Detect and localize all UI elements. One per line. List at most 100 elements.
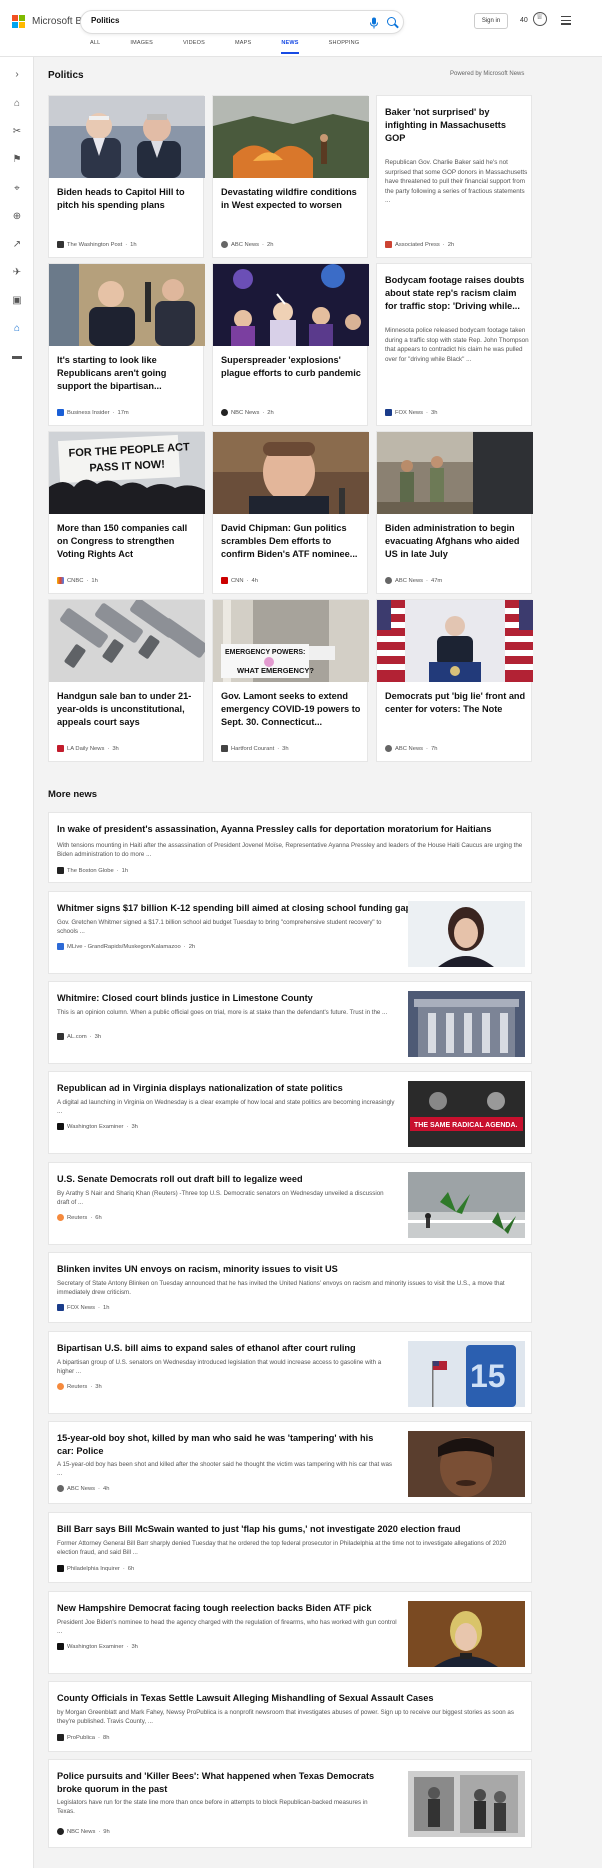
card-title[interactable]: Superspreader 'explosions' plague effort… <box>221 354 363 380</box>
entertainment-icon[interactable]: ▣ <box>10 294 24 308</box>
tab-news[interactable]: NEWS <box>281 40 299 54</box>
source-logo-icon <box>385 241 392 248</box>
card-title[interactable]: Gov. Lamont seeks to extend emergency CO… <box>221 690 363 729</box>
science-icon[interactable]: ✈ <box>10 266 24 280</box>
news-card[interactable]: Devastating wildfire conditions in West … <box>212 95 369 258</box>
item-title[interactable]: In wake of president's assassination, Ay… <box>57 823 491 836</box>
search-icon[interactable] <box>384 14 401 31</box>
more-news-item[interactable]: 15-year-old boy shot, killed by man who … <box>48 1421 532 1504</box>
tab-shopping[interactable]: SHOPPING <box>329 40 360 46</box>
item-source: ABC News · 4h <box>57 1485 109 1492</box>
search-input[interactable] <box>91 16 291 25</box>
card-title[interactable]: Handgun sale ban to under 21-year-olds i… <box>57 690 199 729</box>
item-image <box>408 901 525 967</box>
item-title[interactable]: 15-year-old boy shot, killed by man who … <box>57 1432 387 1458</box>
card-title[interactable]: It's starting to look like Republicans a… <box>57 354 199 393</box>
item-title[interactable]: County Officials in Texas Settle Lawsuit… <box>57 1692 433 1705</box>
item-image <box>408 1172 525 1238</box>
news-card[interactable]: FOR THE PEOPLE ACT PASS IT NOW! More tha… <box>48 431 205 594</box>
card-source: The Washington Post · 1h <box>57 241 137 248</box>
card-title[interactable]: More than 150 companies call on Congress… <box>57 522 199 561</box>
news-card[interactable]: EMERGENCY POWERS: WHAT EMERGENCY? Gov. L… <box>212 599 369 762</box>
item-title[interactable]: New Hampshire Democrat facing tough reel… <box>57 1602 372 1615</box>
item-description: A bipartisan group of U.S. senators on W… <box>57 1359 382 1375</box>
more-news-item[interactable]: Whitmer signs $17 billion K-12 spending … <box>48 891 532 974</box>
item-image: THE SAME RADICAL AGENDA. <box>408 1081 525 1147</box>
search-box[interactable] <box>80 10 404 34</box>
rewards-count[interactable]: 40 <box>520 17 528 24</box>
item-description: by Morgan Greenblatt and Mark Fahey, New… <box>57 1709 514 1725</box>
source-logo-icon <box>57 1828 64 1835</box>
microphone-icon[interactable] <box>369 17 379 29</box>
news-card[interactable]: Handgun sale ban to under 21-year-olds i… <box>48 599 205 762</box>
item-source: Reuters · 3h <box>57 1383 102 1390</box>
svg-text:WHAT EMERGENCY?: WHAT EMERGENCY? <box>237 666 314 675</box>
more-news-item[interactable]: U.S. Senate Democrats roll out draft bil… <box>48 1162 532 1245</box>
sports-icon[interactable]: ✂ <box>10 125 24 139</box>
news-card[interactable]: Democrats put 'big lie' front and center… <box>376 599 533 762</box>
item-title[interactable]: Bill Barr says Bill McSwain wanted to ju… <box>57 1523 461 1536</box>
money-icon[interactable]: ▬ <box>10 350 24 364</box>
tab-images[interactable]: IMAGES <box>130 40 153 46</box>
news-image <box>49 600 205 682</box>
more-news-item[interactable]: Blinken invites UN envoys on racism, min… <box>48 1252 532 1323</box>
tab-maps[interactable]: MAPS <box>235 40 251 46</box>
item-title[interactable]: Republican ad in Virginia displays natio… <box>57 1082 343 1095</box>
powered-by[interactable]: Powered by Microsoft News <box>450 71 524 77</box>
rewards-icon[interactable] <box>533 12 547 26</box>
item-description: By Arathy S Nair and Shariq Khan (Reuter… <box>57 1190 384 1206</box>
politics-icon[interactable]: ⌂ <box>10 322 24 336</box>
more-news-item[interactable]: New Hampshire Democrat facing tough reel… <box>48 1591 532 1674</box>
more-news-item[interactable]: Police pursuits and 'Killer Bees': What … <box>48 1759 532 1848</box>
more-news-item[interactable]: Bill Barr says Bill McSwain wanted to ju… <box>48 1512 532 1583</box>
expand-icon[interactable]: › <box>10 68 24 82</box>
news-card[interactable]: Superspreader 'explosions' plague effort… <box>212 263 369 426</box>
home-icon[interactable]: ⌂ <box>10 97 24 111</box>
card-title[interactable]: Biden administration to begin evacuating… <box>385 522 527 561</box>
news-card[interactable]: David Chipman: Gun politics scrambles De… <box>212 431 369 594</box>
card-title[interactable]: Devastating wildfire conditions in West … <box>221 186 363 212</box>
item-title[interactable]: U.S. Senate Democrats roll out draft bil… <box>57 1173 303 1186</box>
more-news-item[interactable]: County Officials in Texas Settle Lawsuit… <box>48 1681 532 1752</box>
item-title[interactable]: Whitmer signs $17 billion K-12 spending … <box>57 902 411 915</box>
source-logo-icon <box>57 1123 64 1130</box>
tab-videos[interactable]: VIDEOS <box>183 40 205 46</box>
card-title[interactable]: David Chipman: Gun politics scrambles De… <box>221 522 363 561</box>
more-news-item[interactable]: Whitmire: Closed court blinds justice in… <box>48 981 532 1064</box>
news-card[interactable]: Bodycam footage raises doubts about stat… <box>376 263 532 426</box>
item-title[interactable]: Whitmire: Closed court blinds justice in… <box>57 992 313 1005</box>
world-icon[interactable]: ⊕ <box>10 210 24 224</box>
card-description: Republican Gov. Charlie Baker said he's … <box>385 159 528 204</box>
news-image <box>377 600 533 682</box>
us-flag-icon[interactable]: ⚑ <box>10 153 24 167</box>
menu-icon[interactable] <box>561 16 571 27</box>
news-card[interactable]: Biden heads to Capitol Hill to pitch his… <box>48 95 205 258</box>
news-image <box>213 432 369 514</box>
item-description: This is an opinion column. When a public… <box>57 1009 388 1016</box>
sign-in-button[interactable]: Sign in <box>474 13 508 29</box>
card-title[interactable]: Bodycam footage raises doubts about stat… <box>385 274 527 313</box>
more-news-item[interactable]: In wake of president's assassination, Ay… <box>48 812 532 883</box>
item-source: The Boston Globe · 1h <box>57 867 128 874</box>
item-title[interactable]: Bipartisan U.S. bill aims to expand sale… <box>57 1342 356 1355</box>
tab-all[interactable]: ALL <box>90 40 100 46</box>
news-card[interactable]: Biden administration to begin evacuating… <box>376 431 533 594</box>
item-image: 15 <box>408 1341 525 1407</box>
item-description: With tensions mounting in Haiti after th… <box>57 842 523 858</box>
item-title[interactable]: Blinken invites UN envoys on racism, min… <box>57 1263 338 1276</box>
card-title[interactable]: Biden heads to Capitol Hill to pitch his… <box>57 186 199 212</box>
more-news-item[interactable]: Bipartisan U.S. bill aims to expand sale… <box>48 1331 532 1414</box>
news-card[interactable]: Baker 'not surprised' by infighting in M… <box>376 95 532 258</box>
finance-icon[interactable]: ↗ <box>10 238 24 252</box>
local-pin-icon[interactable]: ⌖ <box>10 182 24 196</box>
card-title[interactable]: Baker 'not surprised' by infighting in M… <box>385 106 527 145</box>
item-title[interactable]: Police pursuits and 'Killer Bees': What … <box>57 1770 387 1796</box>
news-card[interactable]: It's starting to look like Republicans a… <box>48 263 205 426</box>
source-logo-icon <box>57 1214 64 1221</box>
more-news-item[interactable]: Republican ad in Virginia displays natio… <box>48 1071 532 1154</box>
item-source: ProPublica · 8h <box>57 1734 109 1741</box>
microsoft-logo-icon <box>12 15 25 28</box>
card-title[interactable]: Democrats put 'big lie' front and center… <box>385 690 527 716</box>
news-image <box>213 264 369 346</box>
item-description: Secretary of State Antony Blinken on Tue… <box>57 1280 505 1296</box>
